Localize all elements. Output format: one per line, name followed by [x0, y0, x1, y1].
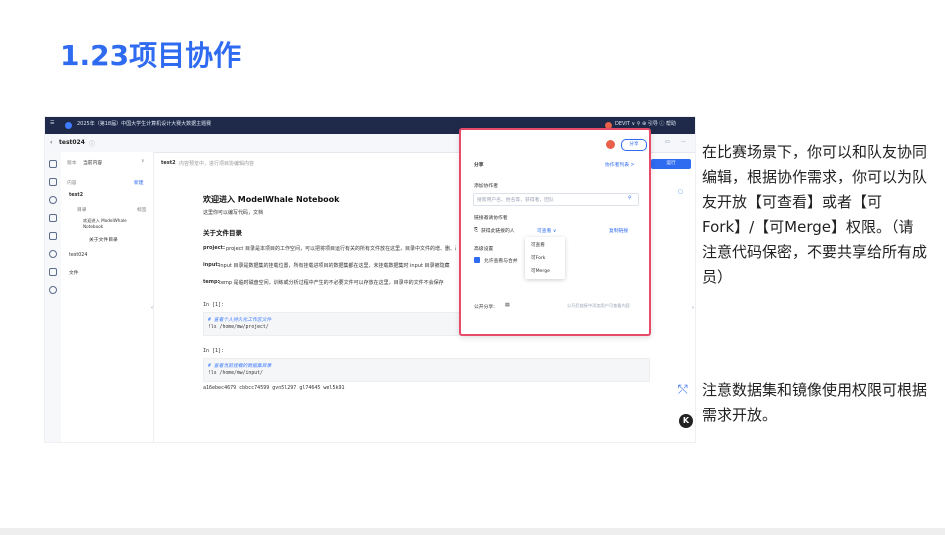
slide-description: 在比赛场景下，你可以和队友协同编辑，根据协作需求，你可以为队友开放【可查看】或者…	[702, 143, 928, 286]
tag-label[interactable]: 标签	[137, 206, 147, 213]
invite-label: 链接邀请协作者	[474, 216, 508, 221]
tree-item-files[interactable]: 文件	[69, 269, 79, 276]
file-icon[interactable]	[49, 214, 57, 222]
slide-note: 注意数据集和镜像使用权限可根据需求开放。	[702, 381, 928, 424]
cell2-code: !ls /home/mw/input/	[208, 371, 263, 376]
image-icon[interactable]	[49, 268, 57, 276]
section-heading: 关于文件目录	[203, 229, 242, 237]
upload-icon[interactable]	[49, 232, 57, 240]
collapse-left-icon[interactable]: ‹	[151, 305, 153, 311]
chevron-down-icon[interactable]: ∨	[141, 159, 145, 164]
topbar-right-links[interactable]: DEVIT ∨ ⚲ ⊕ 引导 ⓘ 帮助	[615, 120, 676, 127]
file-tree: 版本 当前内容 ∨ 内容 新建 test2 目录 标签 欢迎进入 ModelWh…	[61, 152, 154, 442]
owner-label: 公开分享:	[474, 305, 495, 310]
version-label: 版本	[67, 161, 77, 166]
monitor-icon[interactable]: ▭	[665, 139, 670, 145]
app-screenshot: ☰ 2025年（第18届）中国大学生计算机设计大赛大数据主题赛 DEVIT ∨ …	[45, 117, 695, 442]
project-name: test024	[59, 139, 85, 146]
line2-text: input 目录是数据集的挂载位置，所有挂载进项目的数据集都在这里，未挂载数据集…	[219, 263, 450, 269]
menu-icon[interactable]: ☰	[50, 120, 54, 126]
invite-text: 获得此链接的人	[481, 229, 515, 234]
env-icon[interactable]	[49, 250, 57, 258]
version-select[interactable]: 当前内容	[83, 159, 102, 166]
line3-key: temp:	[203, 279, 220, 285]
dataset-icon[interactable]	[49, 178, 57, 186]
cell1-comment: # 查看个人持久化工作区文件	[208, 318, 272, 323]
popup-footer: 公开后链接中添加用户可查看内容	[567, 303, 630, 308]
option-fork[interactable]: 可Fork	[531, 255, 545, 261]
tree-item-about[interactable]: 关于文件目录	[89, 236, 118, 243]
line1-text: project 目录是本项目的工作空间，可以把将项目运行有关的所有文件放在这里，…	[226, 246, 456, 252]
share-popup: 分享 分享 协作者列表 > 添加协作者 搜索用户名、姓名等，获得者，团队 ⚲ 链…	[459, 128, 651, 336]
new-button[interactable]: 新建	[134, 179, 144, 186]
run-button[interactable]: 运行	[651, 159, 691, 169]
branch-icon[interactable]	[49, 286, 57, 294]
folder-icon[interactable]	[49, 160, 57, 168]
permission-dropdown: 可查看 可Fork 可Merge	[525, 237, 565, 279]
info-icon[interactable]: ⓘ	[89, 139, 95, 148]
line1-key: project:	[203, 245, 225, 251]
comment-icon[interactable]: ▢	[678, 189, 683, 195]
slide-title: 1.23项目协作	[60, 39, 242, 72]
add-collaborator-input[interactable]: 搜索用户名、姓名等，获得者，团队 ⚲	[473, 193, 639, 206]
link-icon: ⎘	[474, 228, 478, 233]
tree-item-welcome[interactable]: 欢迎进入 ModelWhale Notebook	[83, 218, 143, 229]
cell2-comment: # 查看当前挂载的数据集目录	[208, 364, 272, 369]
collab-list-link[interactable]: 协作者列表 >	[605, 161, 635, 168]
record-icon[interactable]	[606, 140, 615, 149]
popup-title: 分享	[474, 163, 484, 168]
more-icon[interactable]: ⋯	[681, 139, 686, 145]
code-cell-2[interactable]: # 查看当前挂载的数据集目录 !ls /home/mw/input/	[203, 358, 650, 382]
cell2-prompt: In [1]:	[203, 348, 225, 354]
calendar-icon[interactable]: ▤	[505, 303, 510, 308]
content-label: 内容	[67, 181, 77, 186]
notebook-subtitle: 这里你可以编写代码，文档	[203, 210, 264, 216]
bottom-strip	[0, 528, 945, 535]
logo-icon	[65, 122, 72, 129]
line3-text: temp 是临时磁盘空间，训练或分析过程中产生的不必要文件可以存放在这里，目录中…	[219, 280, 444, 286]
back-icon[interactable]: ‹	[50, 139, 52, 146]
tree-item-toc[interactable]: 目录	[77, 206, 87, 213]
tree-item-test024[interactable]: test024	[69, 253, 87, 258]
expand-icon: ⤲	[678, 382, 688, 396]
cell2-output: a16ebec4679 cbbcc74599 gvn5l297 gl74645 …	[203, 385, 345, 391]
notebook-tab[interactable]: test2	[161, 160, 176, 166]
k-logo-icon: K	[679, 414, 693, 428]
popup-share-button[interactable]: 分享	[621, 139, 647, 151]
tree-item-test2[interactable]: test2	[69, 193, 83, 198]
add-collaborator-label: 添加协作者	[474, 184, 498, 189]
collapse-right-icon[interactable]: ›	[692, 305, 694, 311]
copy-link-button[interactable]: 复制链接	[609, 227, 628, 234]
allow-checkbox[interactable]	[474, 257, 480, 263]
option-merge[interactable]: 可Merge	[531, 268, 550, 274]
cell1-code: !ls /home/mw/project/	[208, 325, 269, 330]
left-rail	[45, 152, 62, 442]
settings-icon[interactable]	[49, 196, 57, 204]
invite-permission-select[interactable]: 可查看 ∨	[537, 227, 556, 234]
advanced-label: 高级设置	[474, 247, 494, 252]
allow-text: 允许查看与合并	[484, 259, 518, 264]
competition-title: 2025年（第18届）中国大学生计算机设计大赛大数据主题赛	[77, 121, 212, 127]
option-view[interactable]: 可查看	[531, 242, 545, 248]
notebook-heading: 欢迎进入 ModelWhale Notebook	[203, 195, 340, 204]
line2-key: input:	[203, 262, 220, 268]
cell1-prompt: In [1]:	[203, 302, 225, 308]
add-collaborator-placeholder: 搜索用户名、姓名等，获得者，团队	[477, 198, 554, 203]
user-add-icon[interactable]: ⚲	[628, 196, 632, 201]
notebook-hint: 内容预览中，进行项目协编辑内容	[179, 161, 255, 167]
